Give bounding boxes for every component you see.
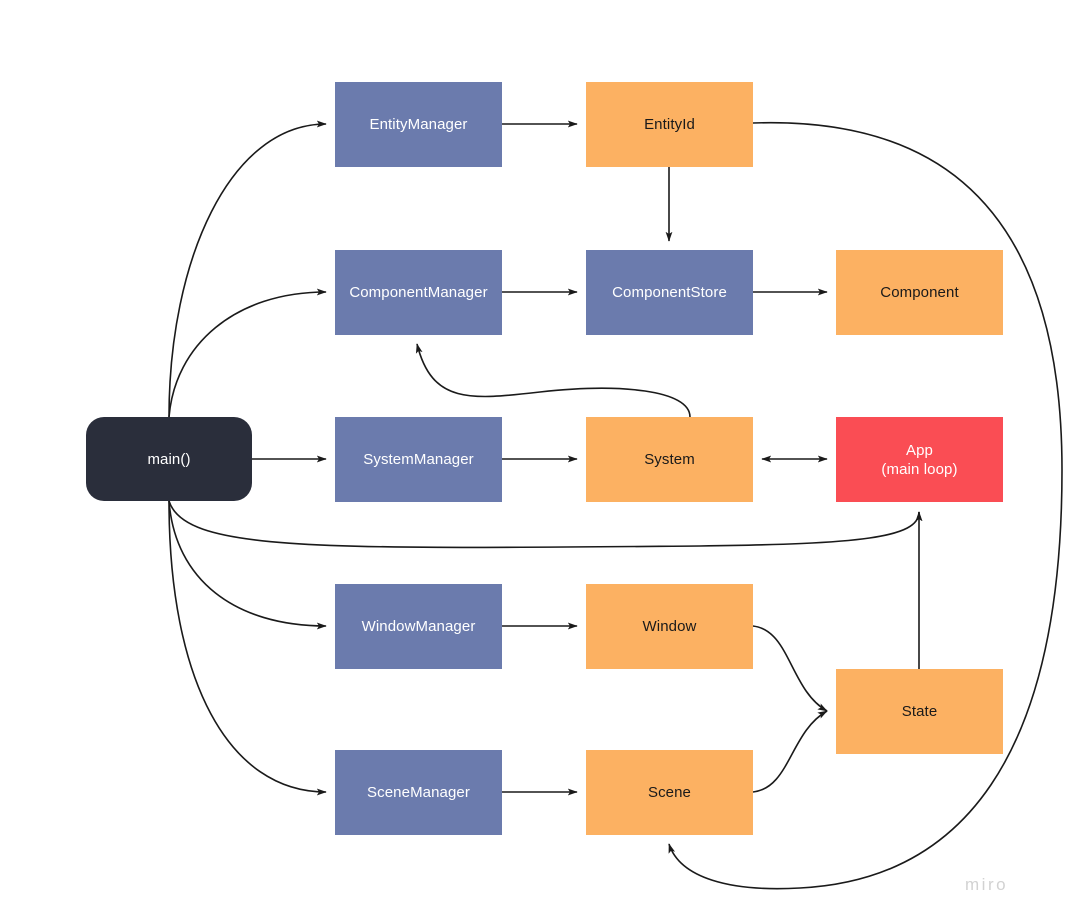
diagram-canvas: main() EntityManager EntityId ComponentMana… [0,0,1087,919]
node-component_store[interactable]: ComponentStore [586,250,753,335]
node-component_manager[interactable]: ComponentManager [335,250,502,335]
node-label: ComponentManager [349,284,488,301]
edge-main-to-app [168,500,923,549]
node-label: Window [642,618,697,635]
node-window[interactable]: Window [586,584,753,669]
node-label: EntityManager [369,116,468,133]
node-label: EntityId [644,116,695,133]
node-main[interactable]: main() [86,417,252,501]
node-entity_id[interactable]: EntityId [586,82,753,167]
node-entity_manager[interactable]: EntityManager [335,82,502,167]
edge-system-to-component-manager [415,343,691,418]
edge-main-to-entity-manager [168,120,327,418]
node-component[interactable]: Component [836,250,1003,335]
node-system[interactable]: System [586,417,753,502]
node-state[interactable]: State [836,669,1003,754]
node-window_manager[interactable]: WindowManager [335,584,502,669]
edge-main-to-scene-manager [168,500,327,796]
node-scene_manager[interactable]: SceneManager [335,750,502,835]
edge-window-to-state [752,625,828,712]
edge-main-to-component-manager [168,288,327,418]
node-label: App (main loop) [881,441,958,478]
node-label: main() [147,450,191,468]
node-label: Scene [647,784,692,801]
node-label: State [901,703,938,720]
node-label: Component [880,284,959,301]
node-label: SceneManager [367,784,470,801]
node-label: ComponentStore [612,284,727,301]
edge-main-to-window-manager [168,500,327,630]
node-label: WindowManager [361,618,476,635]
node-scene[interactable]: Scene [586,750,753,835]
node-label: System [644,451,695,468]
edge-scene-to-state [752,710,828,793]
node-system_manager[interactable]: SystemManager [335,417,502,502]
node-label: SystemManager [363,451,474,468]
node-app[interactable]: App (main loop) [836,417,1003,502]
miro-watermark: miro [965,875,1009,894]
